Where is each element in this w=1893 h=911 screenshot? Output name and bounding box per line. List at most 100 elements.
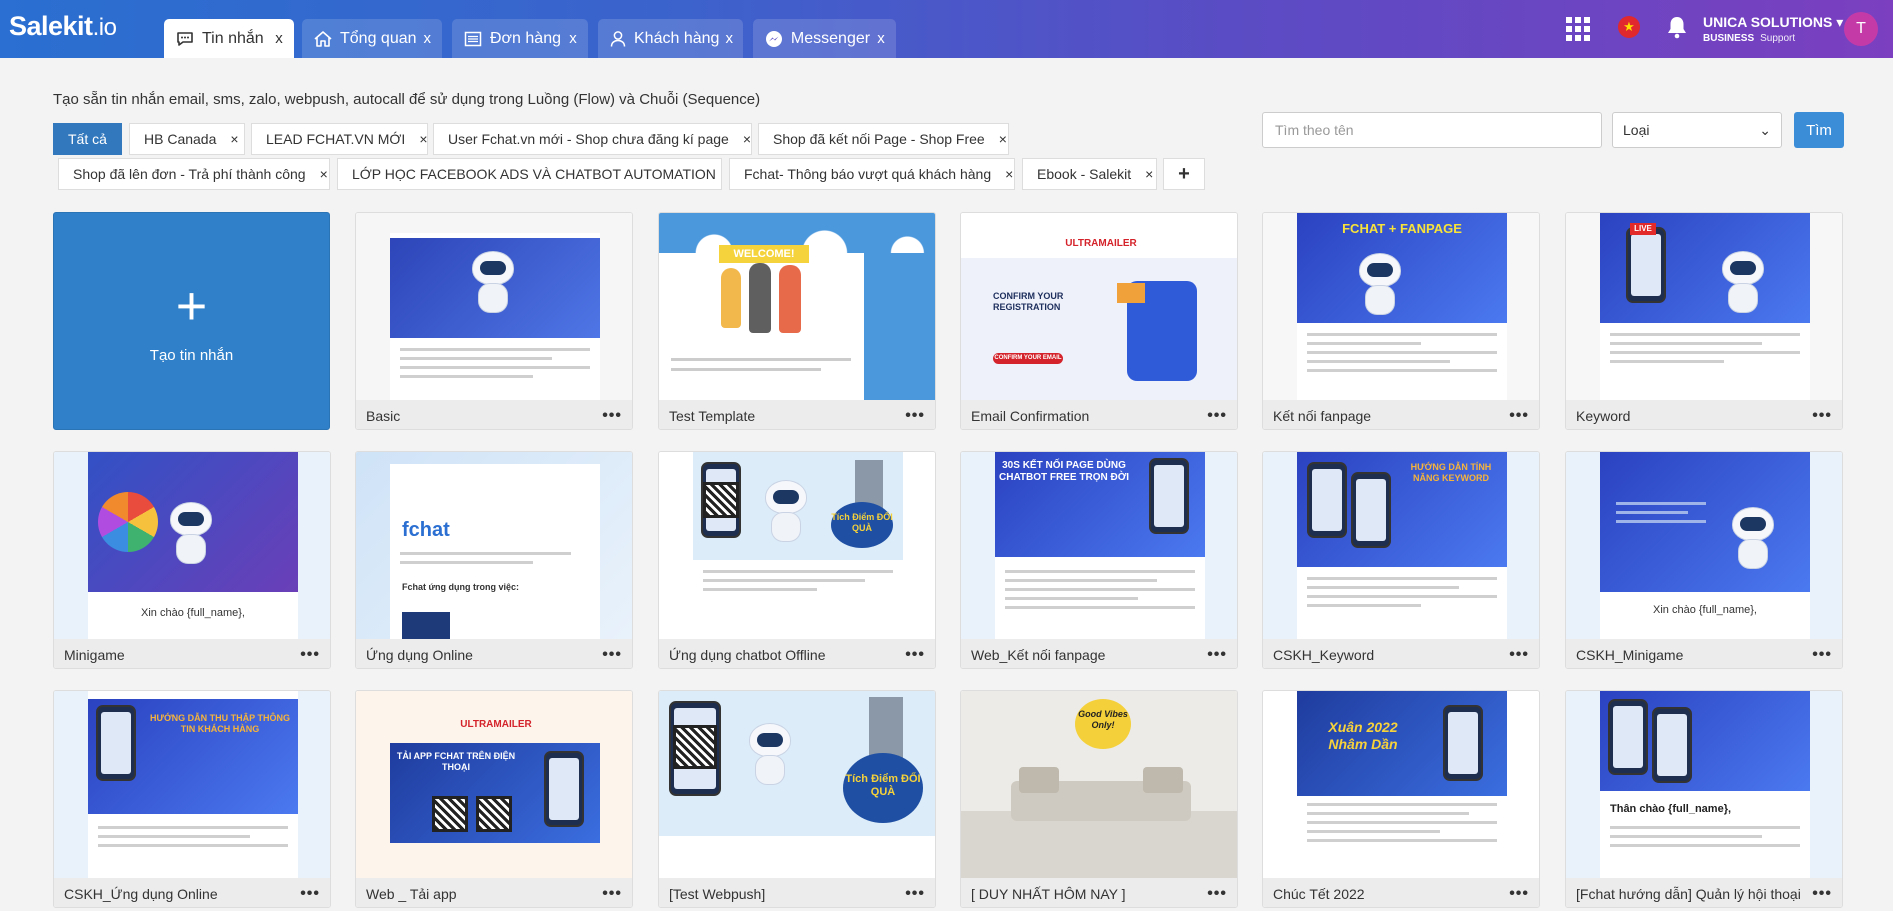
template-footer: CSKH_Ứng dụng Online ••• <box>54 878 330 907</box>
type-select[interactable]: Loại ⌄ <box>1612 112 1782 148</box>
qr-code-icon <box>703 482 739 518</box>
tab-label: Tin nhắn <box>202 29 264 47</box>
template-card[interactable]: 30S KẾT NỐI PAGE DÙNG CHATBOT FREE TRỌN … <box>960 451 1238 669</box>
close-icon[interactable]: × <box>999 131 1007 147</box>
tab-don-hang[interactable]: Đơn hàng x <box>452 19 588 58</box>
close-icon[interactable]: × <box>1005 166 1013 182</box>
salekit-logo[interactable]: Salekit.io <box>9 11 117 42</box>
close-icon[interactable]: × <box>230 131 238 147</box>
account-name-text: UNICA SOLUTIONS <box>1703 14 1833 30</box>
more-options-icon[interactable]: ••• <box>602 885 622 903</box>
filter-tag[interactable]: Fchat- Thông báo vượt quá khách hàng × <box>729 158 1015 190</box>
template-name: CSKH_Keyword <box>1273 646 1375 663</box>
more-options-icon[interactable]: ••• <box>1812 885 1832 903</box>
filter-tag[interactable]: Ebook - Salekit × <box>1022 158 1157 190</box>
template-card[interactable]: ULTRAMAILER TẢI APP FCHAT TRÊN ĐIỆN THOẠ… <box>355 690 633 908</box>
apps-grid-icon[interactable] <box>1566 17 1590 41</box>
template-name: Email Confirmation <box>971 407 1090 424</box>
filter-tag[interactable]: LEAD FCHAT.VN MỚI × <box>251 123 428 155</box>
vietnam-flag-icon[interactable]: ★ <box>1618 16 1640 38</box>
template-card[interactable]: Thân chào {full_name}, [Fchat hướng dẫn]… <box>1565 690 1843 908</box>
template-card[interactable]: FCHAT + FANPAGE Kết nối fanpage ••• <box>1262 212 1540 430</box>
filter-tag[interactable]: Shop đã lên đơn - Trả phí thành công × <box>58 158 330 190</box>
template-card[interactable]: Xuân 2022 Nhâm Dần Chúc Tết 2022 ••• <box>1262 690 1540 908</box>
brand-text: ULTRAMAILER <box>1065 238 1137 249</box>
support-link[interactable]: Support <box>1760 33 1795 44</box>
bell-icon[interactable] <box>1665 14 1689 40</box>
template-card[interactable]: Xin chào {full_name}, CSKH_Minigame ••• <box>1565 451 1843 669</box>
template-card[interactable]: LIVE Keyword ••• <box>1565 212 1843 430</box>
tab-close-button[interactable]: x <box>719 30 739 47</box>
template-card[interactable]: Tích Điểm ĐỔI QUÀ Ứng dụng chatbot Offli… <box>658 451 936 669</box>
more-options-icon[interactable]: ••• <box>905 885 925 903</box>
flag-star: ★ <box>1623 19 1635 34</box>
more-options-icon[interactable]: ••• <box>1509 407 1529 425</box>
more-options-icon[interactable]: ••• <box>300 885 320 903</box>
template-card[interactable]: Tích Điểm ĐỔI QUÀ [Test Webpush] ••• <box>658 690 936 908</box>
template-card[interactable]: Xin chào {full_name}, Minigame ••• <box>53 451 331 669</box>
greeting-text: Xin chào {full_name}, <box>1653 604 1757 616</box>
filter-tag-all[interactable]: Tất cả <box>53 123 122 155</box>
create-message-card[interactable]: + Tạo tin nhắn <box>53 212 330 430</box>
template-card[interactable]: Basic ••• <box>355 212 633 430</box>
close-icon[interactable]: × <box>320 166 328 182</box>
more-options-icon[interactable]: ••• <box>905 646 925 664</box>
banner-text: Tích Điểm ĐỔI QUÀ <box>843 753 923 823</box>
avatar[interactable]: T <box>1844 12 1878 46</box>
template-footer: Minigame ••• <box>54 639 330 668</box>
more-options-icon[interactable]: ••• <box>602 646 622 664</box>
more-options-icon[interactable]: ••• <box>1509 646 1529 664</box>
tab-tin-nhan[interactable]: Tin nhắn x <box>164 19 294 58</box>
filter-tag[interactable]: Shop đã kết nối Page - Shop Free × <box>758 123 1009 155</box>
more-options-icon[interactable]: ••• <box>905 407 925 425</box>
tab-label: Đơn hàng <box>490 29 561 47</box>
template-card[interactable]: Good Vibes Only! [ DUY NHẤT HÔM NAY ] ••• <box>960 690 1238 908</box>
search-button[interactable]: Tìm <box>1794 112 1844 148</box>
close-icon[interactable]: × <box>419 131 427 147</box>
filter-tag[interactable]: User Fchat.vn mới - Shop chưa đăng kí pa… <box>433 123 752 155</box>
tab-close-button[interactable]: x <box>268 30 290 47</box>
search-input[interactable] <box>1262 112 1602 148</box>
more-options-icon[interactable]: ••• <box>1207 885 1227 903</box>
template-thumbnail: ULTRAMAILER TẢI APP FCHAT TRÊN ĐIỆN THOẠ… <box>356 691 632 878</box>
template-thumbnail: WELCOME! <box>659 213 935 400</box>
robot-mascot-icon <box>164 502 218 568</box>
template-card[interactable]: HƯỚNG DẪN TÍNH NĂNG KEYWORD CSKH_Keyword… <box>1262 451 1540 669</box>
tab-khach-hang[interactable]: Khách hàng x <box>598 19 743 58</box>
page-description: Tạo sẵn tin nhắn email, sms, zalo, webpu… <box>53 91 761 108</box>
template-footer: Chúc Tết 2022 ••• <box>1263 878 1539 907</box>
template-footer: [Fchat hướng dẫn] Quản lý hội thoại ••• <box>1566 878 1842 907</box>
more-options-icon[interactable]: ••• <box>1207 407 1227 425</box>
tab-close-button[interactable]: x <box>870 30 892 47</box>
close-icon[interactable]: × <box>1145 166 1153 182</box>
more-options-icon[interactable]: ••• <box>1812 646 1832 664</box>
tab-close-button[interactable]: x <box>417 30 438 47</box>
chevron-down-icon: ⌄ <box>1759 121 1771 138</box>
template-name: CSKH_Ứng dụng Online <box>64 885 218 902</box>
more-options-icon[interactable]: ••• <box>1207 646 1227 664</box>
more-options-icon[interactable]: ••• <box>1509 885 1529 903</box>
tab-close-button[interactable]: x <box>562 30 584 47</box>
template-card[interactable]: HƯỚNG DẪN THU THẬP THÔNG TIN KHÁCH HÀNG … <box>53 690 331 908</box>
template-name: Web_Kết nối fanpage <box>971 646 1106 663</box>
template-name: Ứng dụng chatbot Offline <box>669 646 826 663</box>
robot-mascot-icon <box>1726 507 1780 573</box>
template-card[interactable]: fchat Fchat ứng dụng trong việc: Ứng dụn… <box>355 451 633 669</box>
plus-icon: + <box>175 275 208 336</box>
account-name[interactable]: UNICA SOLUTIONS ▾ <box>1703 14 1843 31</box>
close-icon[interactable]: × <box>743 131 751 147</box>
banner-text: 30S KẾT NỐI PAGE DÙNG CHATBOT FREE TRỌN … <box>999 460 1130 483</box>
more-options-icon[interactable]: ••• <box>602 407 622 425</box>
filter-tag[interactable]: LỚP HỌC FACEBOOK ADS VÀ CHATBOT AUTOMATI… <box>337 158 738 190</box>
tab-messenger[interactable]: Messenger x <box>753 19 896 58</box>
filter-tag[interactable]: HB Canada × <box>129 123 245 155</box>
template-card[interactable]: ULTRAMAILER CONFIRM YOUR REGISTRATION CO… <box>960 212 1238 430</box>
more-options-icon[interactable]: ••• <box>1812 407 1832 425</box>
template-footer: Test Template ••• <box>659 400 935 429</box>
tab-tong-quan[interactable]: Tổng quan x <box>302 19 442 58</box>
template-card[interactable]: WELCOME! Test Template ••• <box>658 212 936 430</box>
robot-mascot-icon <box>759 480 813 546</box>
more-options-icon[interactable]: ••• <box>300 646 320 664</box>
add-tag-button[interactable]: + <box>1163 158 1205 190</box>
home-icon <box>312 28 334 50</box>
